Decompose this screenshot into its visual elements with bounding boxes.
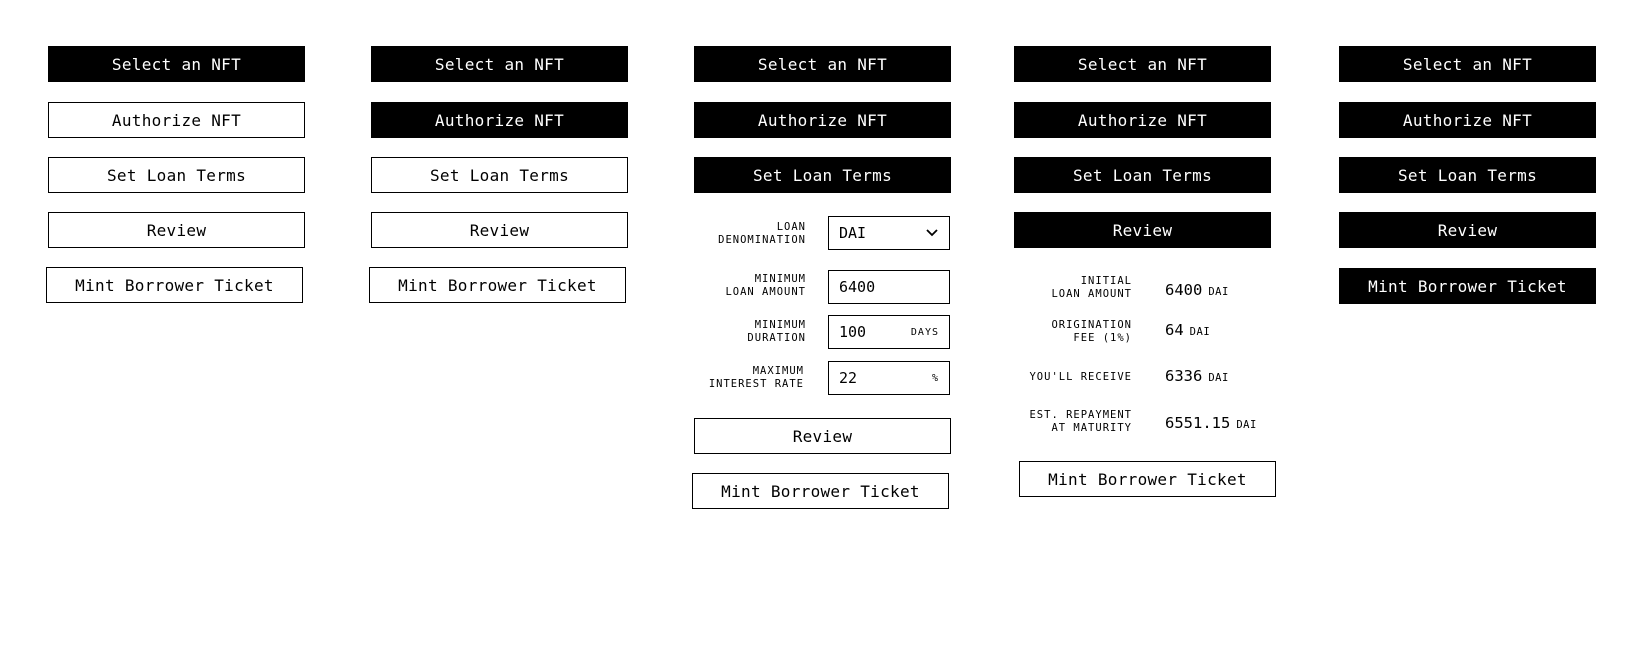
minimum-loan-amount-value: 6400: [839, 278, 876, 296]
maximum-interest-rate-label: MAXIMUM INTEREST RATE: [708, 365, 804, 390]
set-loan-terms-button[interactable]: Set Loan Terms: [48, 157, 305, 193]
chevron-down-icon: [925, 226, 939, 240]
origination-fee-value: 64 DAI: [1165, 321, 1211, 339]
mint-borrower-ticket-button[interactable]: Mint Borrower Ticket: [46, 267, 303, 303]
youll-receive-value: 6336 DAI: [1165, 367, 1229, 385]
minimum-loan-amount-label: MINIMUM LOAN AMOUNT: [725, 273, 806, 298]
mint-borrower-ticket-button[interactable]: Mint Borrower Ticket: [1339, 268, 1596, 304]
mint-borrower-ticket-button[interactable]: Mint Borrower Ticket: [369, 267, 626, 303]
mint-borrower-ticket-button[interactable]: Mint Borrower Ticket: [692, 473, 949, 509]
select-nft-button[interactable]: Select an NFT: [1014, 46, 1271, 82]
select-nft-button[interactable]: Select an NFT: [371, 46, 628, 82]
review-button[interactable]: Review: [371, 212, 628, 248]
mint-borrower-ticket-button[interactable]: Mint Borrower Ticket: [1019, 461, 1276, 497]
loan-denomination-select[interactable]: DAI: [828, 216, 950, 250]
review-button[interactable]: Review: [1339, 212, 1596, 248]
minimum-loan-amount-input[interactable]: 6400: [828, 270, 950, 304]
set-loan-terms-button[interactable]: Set Loan Terms: [371, 157, 628, 193]
review-button[interactable]: Review: [48, 212, 305, 248]
loan-denomination-value: DAI: [839, 224, 867, 242]
select-nft-button[interactable]: Select an NFT: [48, 46, 305, 82]
origination-fee-label: ORIGINATION FEE (1%): [1051, 319, 1132, 344]
minimum-duration-label: MINIMUM DURATION: [747, 319, 806, 344]
minimum-duration-input[interactable]: 100 DAYS: [828, 315, 950, 349]
review-button[interactable]: Review: [694, 418, 951, 454]
authorize-nft-button[interactable]: Authorize NFT: [1014, 102, 1271, 138]
maximum-interest-rate-input[interactable]: 22 %: [828, 361, 950, 395]
select-nft-button[interactable]: Select an NFT: [694, 46, 951, 82]
set-loan-terms-button[interactable]: Set Loan Terms: [694, 157, 951, 193]
authorize-nft-button[interactable]: Authorize NFT: [371, 102, 628, 138]
set-loan-terms-button[interactable]: Set Loan Terms: [1339, 157, 1596, 193]
maximum-interest-rate-unit: %: [931, 372, 939, 384]
authorize-nft-button[interactable]: Authorize NFT: [694, 102, 951, 138]
est-repayment-value: 6551.15 DAI: [1165, 414, 1257, 432]
initial-loan-amount-value: 6400 DAI: [1165, 281, 1229, 299]
select-nft-button[interactable]: Select an NFT: [1339, 46, 1596, 82]
minimum-duration-unit: DAYS: [910, 326, 939, 338]
review-button[interactable]: Review: [1014, 212, 1271, 248]
minimum-duration-value: 100: [839, 323, 867, 341]
authorize-nft-button[interactable]: Authorize NFT: [48, 102, 305, 138]
loan-denomination-label: LOAN DENOMINATION: [718, 221, 806, 246]
youll-receive-label: YOU'LL RECEIVE: [1029, 371, 1132, 383]
maximum-interest-rate-value: 22: [839, 369, 858, 387]
authorize-nft-button[interactable]: Authorize NFT: [1339, 102, 1596, 138]
set-loan-terms-button[interactable]: Set Loan Terms: [1014, 157, 1271, 193]
initial-loan-amount-label: INITIAL LOAN AMOUNT: [1051, 275, 1132, 300]
est-repayment-label: EST. REPAYMENT AT MATURITY: [1029, 409, 1132, 434]
